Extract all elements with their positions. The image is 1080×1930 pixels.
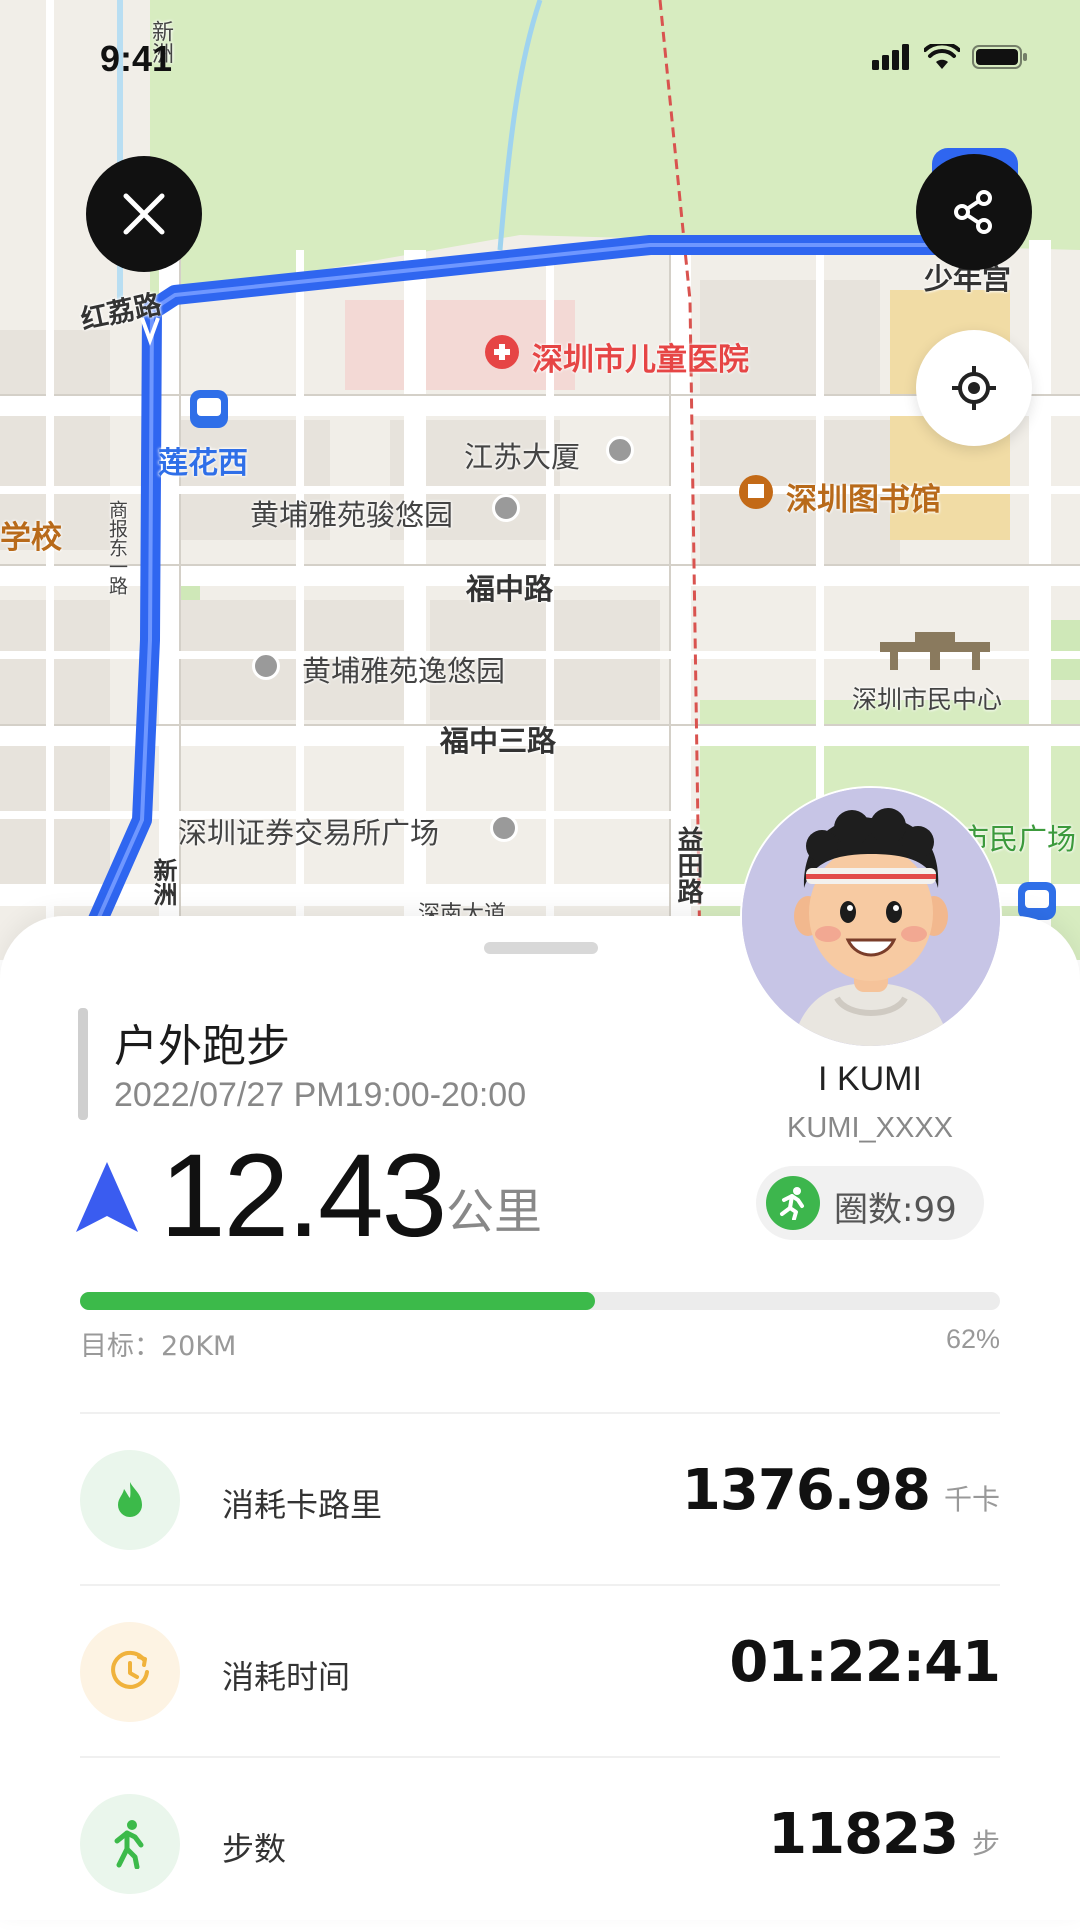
map-label-huangpu-junyou[interactable]: 黄埔雅苑骏悠园 [250,492,453,534]
map-label-fuzhong-3rd-road: 福中三路 [440,724,557,758]
clock-icon [80,1622,180,1722]
stat-row-calories: 消耗卡路里 1376.98 千卡 [80,1412,1000,1586]
stat-value-group: 01:22:41 [729,1630,1001,1695]
goal-label: 目标：20KM [80,1331,237,1362]
status-icons [872,44,1028,70]
distance-unit: 公里 [446,1184,543,1240]
share-button[interactable] [916,154,1032,270]
building-poi-icon [606,436,634,464]
stat-value-group: 11823 步 [768,1802,1000,1867]
residence-poi-icon [252,652,280,680]
stat-value: 01:22:41 [729,1630,1001,1695]
map-label-stock-exchange-plaza[interactable]: 深圳证券交易所广场 [178,810,439,852]
wifi-icon [924,44,960,69]
map-label-huangpu-yiyou[interactable]: 黄埔雅苑逸悠园 [302,648,505,690]
cellular-signal-icon [872,44,909,70]
sheet-grabber[interactable] [484,942,598,954]
goal-progress-fill [80,1292,596,1310]
user-id: KUMI_XXXX [787,1112,953,1144]
walking-icon [80,1794,180,1894]
laps-badge: 圈数:99 [756,1166,984,1240]
avatar-illustration [742,788,1000,1046]
map-label-childrens-hospital[interactable]: 深圳市儿童医院 [532,334,749,379]
flame-icon [80,1450,180,1550]
stat-row-duration: 消耗时间 01:22:41 [80,1584,1001,1758]
goal-progress-bar [80,1292,1000,1310]
map-label-shangbao-east-road: 商报东一路 [106,500,128,595]
map-label-lianhua-west-station[interactable]: 莲花西 [158,438,248,482]
navigation-arrow-icon [76,1162,138,1232]
stat-value-group: 1376.98 千卡 [682,1458,1000,1523]
close-icon [123,193,165,235]
stat-value: 11823 [768,1802,959,1867]
close-button[interactable] [86,156,202,272]
user-name: I KUMI [818,1060,922,1098]
stat-value: 1376.98 [681,1458,931,1523]
residence-poi-icon [492,494,520,522]
map-label-civic-center[interactable]: 深圳市民中心 [852,680,1002,716]
status-time: 9:41 [100,38,173,79]
map-label-yitian-road: 益田路 [673,826,703,904]
share-icon [954,190,992,234]
goal-percent: 62% [945,1324,1000,1354]
stat-label: 步数 [222,1830,287,1868]
laps-count: 圈数:99 [834,1190,957,1230]
stat-label: 消耗时间 [222,1658,351,1696]
distance-value: 12.43 [160,1130,447,1262]
status-bar: 9:41 [0,0,1080,120]
stat-label: 消耗卡路里 [222,1486,383,1524]
activity-time: 2022/07/27 PM19:00-20:00 [114,1076,527,1114]
map-label-shenzhen-library[interactable]: 深圳图书馆 [786,474,941,519]
map-label-school: 学校 [0,520,62,556]
map-label-fuzhong-road: 福中路 [466,572,554,606]
running-icon [766,1176,820,1230]
crosshair-icon [952,366,996,410]
map-label-xinzhou-road-bottom: 新洲 [149,858,177,906]
map-label-jiangsu-building[interactable]: 江苏大厦 [464,434,580,476]
stat-unit: 千卡 [943,1483,1000,1516]
stat-row-steps: 步数 11823 步 [80,1756,1000,1930]
activity-title: 户外跑步 [114,1021,290,1072]
locate-button[interactable] [916,330,1032,446]
title-accent-bar [78,1008,88,1120]
stat-unit: 步 [971,1827,1000,1860]
battery-icon [972,45,1027,69]
building-poi-icon [490,814,518,842]
avatar[interactable] [740,786,1002,1048]
